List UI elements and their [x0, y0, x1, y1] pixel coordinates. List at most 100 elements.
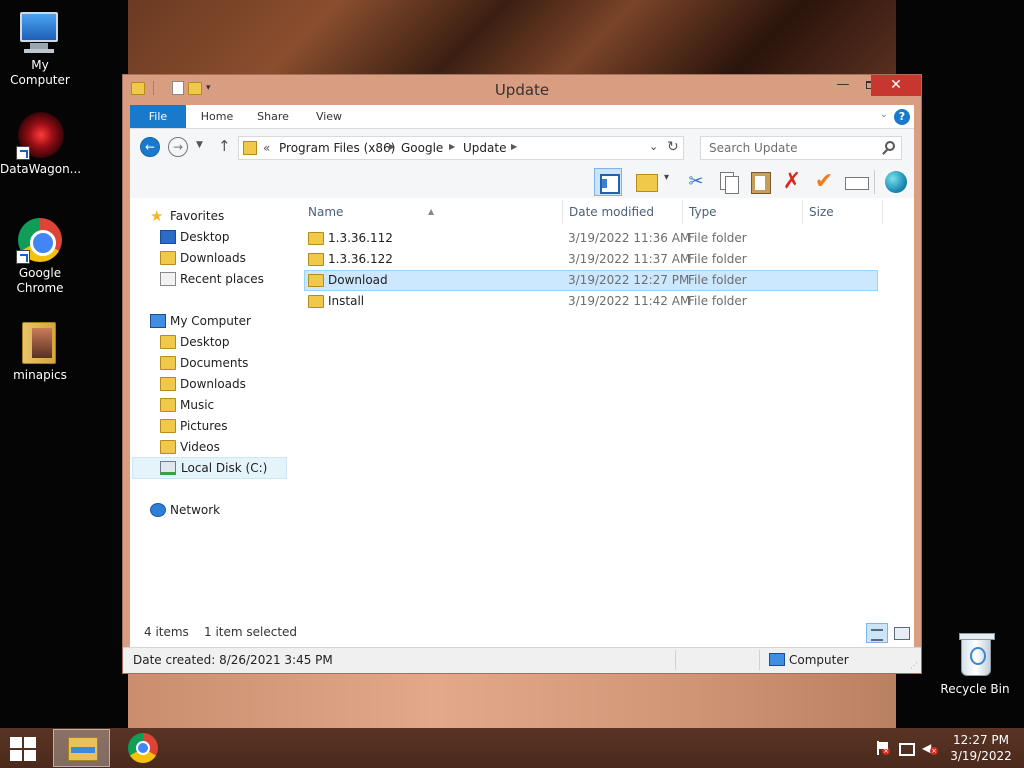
nav-label: Downloads	[180, 251, 246, 265]
desktop-icon-my-computer[interactable]: My Computer	[0, 8, 80, 88]
forward-button[interactable]: →	[168, 137, 188, 157]
new-folder-button[interactable]	[634, 168, 669, 196]
start-button[interactable]	[8, 736, 40, 762]
tab-file[interactable]: File	[130, 105, 186, 128]
refresh-icon[interactable]: ↻	[667, 139, 679, 155]
chrome-icon	[128, 733, 158, 763]
nav-item-local-disk[interactable]: Local Disk (C:)	[132, 457, 287, 479]
checkmark-icon[interactable]: ✔	[810, 168, 838, 196]
back-button[interactable]: ←	[140, 137, 160, 157]
file-row[interactable]: Install 3/19/2022 11:42 AM File folder	[304, 291, 878, 312]
shell-icon[interactable]	[882, 168, 910, 196]
file-row[interactable]: 1.3.36.122 3/19/2022 11:37 AM File folde…	[304, 249, 878, 270]
nav-label: Music	[180, 398, 215, 412]
rename-icon[interactable]	[842, 168, 870, 196]
nav-label: Network	[170, 503, 221, 517]
title-bar[interactable]: ▾ Update — ✕	[123, 75, 921, 105]
delete-icon[interactable]: ✗	[778, 168, 806, 196]
file-type: File folder	[688, 252, 747, 266]
item-count: 4 items	[144, 625, 189, 639]
star-icon: ★	[150, 207, 164, 225]
computer-icon	[150, 314, 166, 328]
address-bar[interactable]: « Program Files (x86) ▶ Google ▶ Update …	[238, 136, 684, 160]
shortcut-arrow-icon	[16, 250, 30, 264]
file-date: 3/19/2022 12:27 PM	[568, 273, 690, 287]
tab-home[interactable]: Home	[192, 105, 242, 128]
address-dropdown-icon[interactable]: ⌄	[649, 140, 658, 153]
desktop-folder-icon	[160, 335, 176, 349]
nav-label: Pictures	[180, 419, 228, 433]
tab-view[interactable]: View	[304, 105, 354, 128]
action-center-icon[interactable]: ×	[874, 740, 890, 756]
minimize-button[interactable]: —	[829, 75, 857, 96]
resize-grip-icon[interactable]: ⋰	[910, 661, 918, 670]
datawagon-icon	[16, 112, 64, 160]
pictures-folder-icon	[160, 419, 176, 433]
paste-icon[interactable]	[746, 168, 774, 196]
file-type: File folder	[688, 273, 747, 287]
desktop-icon-google-chrome[interactable]: Google Chrome	[0, 216, 80, 296]
breadcrumb-update[interactable]: Update	[463, 141, 506, 155]
navigation-pane[interactable]: ★ Favorites Desktop Downloads Recent pla…	[130, 198, 304, 641]
expand-ribbon-icon[interactable]: ⌄	[880, 109, 888, 120]
network-icon[interactable]	[898, 740, 915, 756]
chevron-right-icon[interactable]: ▶	[511, 142, 517, 151]
file-name: 1.3.36.122	[328, 252, 393, 266]
wallpaper-photo-top	[128, 0, 896, 80]
search-box[interactable]: Search Update	[700, 136, 902, 160]
item-status-bar: 4 items 1 item selected	[130, 621, 914, 645]
tab-share[interactable]: Share	[248, 105, 298, 128]
network-icon	[150, 503, 166, 517]
location-label: Computer	[789, 653, 849, 667]
desktop-icon-datawagon[interactable]: DataWagon...	[0, 112, 81, 177]
breadcrumb-program-files[interactable]: Program Files (x86)	[279, 141, 395, 155]
ribbon-tabs: File Home Share View ⌄ ?	[130, 105, 914, 129]
drive-icon	[160, 461, 176, 475]
navigation-pane-button[interactable]	[594, 168, 622, 196]
chevron-right-icon[interactable]: ▶	[389, 142, 395, 151]
folder-icon	[308, 232, 324, 245]
column-header-name[interactable]: Name ▲	[308, 198, 564, 226]
file-row-selected[interactable]: Download 3/19/2022 12:27 PM File folder	[304, 270, 878, 291]
volume-muted-icon[interactable]: ◀ ×	[922, 740, 938, 756]
documents-folder-icon	[160, 356, 176, 370]
chevron-right-icon[interactable]: ▶	[449, 142, 455, 151]
file-row[interactable]: 1.3.36.112 3/19/2022 11:36 AM File folde…	[304, 228, 878, 249]
column-label: Name	[308, 205, 344, 219]
system-clock[interactable]: 12:27 PM 3/19/2022	[944, 732, 1018, 764]
column-header-size[interactable]: Size	[809, 198, 834, 226]
desktop-icon-minapics[interactable]: minapics	[0, 318, 80, 383]
file-list[interactable]: Name ▲ Date modified Type Size 1.3.36.11…	[304, 198, 914, 641]
recent-places-icon	[160, 272, 176, 286]
up-button[interactable]: ↑	[218, 137, 231, 155]
recent-locations-icon[interactable]: ▼	[196, 140, 203, 150]
file-date: 3/19/2022 11:37 AM	[568, 252, 691, 266]
navigation-bar: ← → ▼ ↑ « Program Files (x86) ▶ Google ▶…	[130, 129, 914, 166]
taskbar-chrome[interactable]	[126, 732, 160, 764]
wallpaper-photo-bottom	[128, 672, 896, 728]
command-toolbar: ✂ ✗ ✔	[130, 166, 914, 198]
taskbar-file-explorer[interactable]	[53, 729, 110, 767]
nav-label: Videos	[180, 440, 220, 454]
file-date: 3/19/2022 11:36 AM	[568, 231, 691, 245]
explorer-window[interactable]: ▾ Update — ✕ File Home Share View ⌄ ? ← …	[122, 74, 922, 674]
cut-icon[interactable]: ✂	[682, 168, 710, 196]
windows-logo-icon	[10, 737, 22, 748]
recycle-bin-icon	[951, 632, 999, 680]
large-icons-view-button[interactable]	[892, 624, 910, 642]
column-header-type[interactable]: Type	[689, 198, 717, 226]
nav-label: My Computer	[170, 314, 251, 328]
help-icon[interactable]: ?	[894, 109, 910, 125]
details-view-button[interactable]	[866, 623, 888, 643]
file-date: 3/19/2022 11:42 AM	[568, 294, 691, 308]
folder-icon	[243, 141, 257, 155]
close-button[interactable]: ✕	[871, 75, 921, 96]
desktop-icon-recycle-bin[interactable]: Recycle Bin	[935, 632, 1015, 697]
search-icon[interactable]	[885, 141, 895, 151]
chrome-icon	[16, 216, 64, 264]
address-overflow[interactable]: «	[263, 141, 270, 155]
column-header-date[interactable]: Date modified	[569, 198, 654, 226]
breadcrumb-google[interactable]: Google	[401, 141, 443, 155]
desktop-icon-label: minapics	[13, 368, 67, 382]
copy-icon[interactable]	[714, 168, 742, 196]
